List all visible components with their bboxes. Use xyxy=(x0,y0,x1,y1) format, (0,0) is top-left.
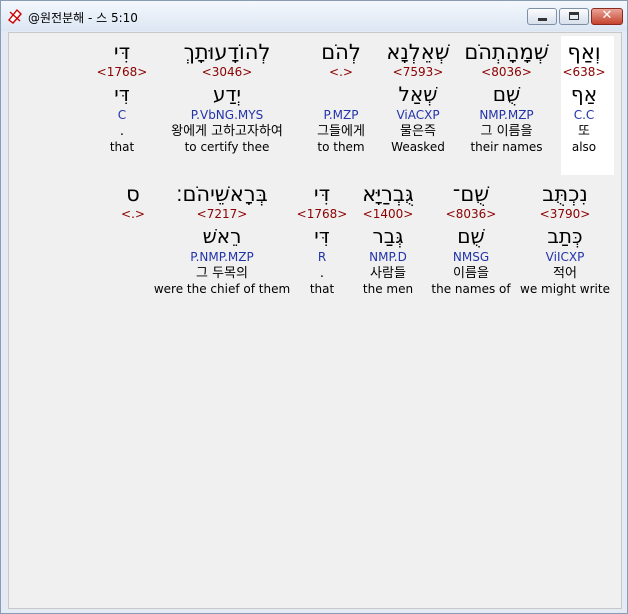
morphology-code: ViICXP xyxy=(545,250,585,264)
word-column[interactable]: שְׁמָהָתְהֹם <8036> שֻׁם NMP.MZP 그 이름을 t… xyxy=(464,39,549,155)
korean-gloss: 그 두목의 xyxy=(196,266,248,281)
lemma: שֻׁם xyxy=(457,224,485,248)
app-window: @원전분해 - 스 5:10 ✕ וְאַף <638> אַף C.C 또 a… xyxy=(0,0,628,614)
lemma: שְׁאַל xyxy=(398,82,438,106)
interlinear-panel: וְאַף <638> אַף C.C 또 also שְׁמָהָתְהֹם … xyxy=(8,32,622,609)
hebrew-word: נִכְתֻּב xyxy=(542,182,588,206)
morphology-code xyxy=(115,250,151,265)
morphology-code: ViACXP xyxy=(396,108,440,122)
minimize-button[interactable] xyxy=(527,8,557,25)
korean-gloss xyxy=(115,265,151,282)
english-gloss: we might write xyxy=(520,282,610,296)
strong-number: <7593> xyxy=(392,65,444,79)
title-bar[interactable]: @원전분해 - 스 5:10 ✕ xyxy=(1,1,627,31)
english-gloss: that xyxy=(109,140,135,154)
close-icon: ✕ xyxy=(601,8,613,23)
morphology-code: P.VbNG.MYS xyxy=(190,108,264,122)
korean-gloss: . xyxy=(119,124,125,139)
word-column[interactable]: בְּרָאשֵׁיהֹם׃ <7217> רֵאשׁ P.NMP.MZP 그 … xyxy=(153,181,291,297)
window-title: @원전분해 - 스 5:10 xyxy=(28,11,138,25)
english-gloss: Weasked xyxy=(391,140,445,154)
morphology-code: R xyxy=(317,250,327,264)
english-gloss: were the chief of them xyxy=(153,282,291,296)
morphology-code: C.C xyxy=(573,108,595,122)
hebrew-word: דִּי xyxy=(313,182,331,206)
hebrew-word: גֻּבְרַיָּא xyxy=(362,182,414,206)
strong-number: <7217> xyxy=(196,207,248,221)
hebrew-word: לְהֹם xyxy=(321,40,361,64)
morphology-code: NMP.D xyxy=(369,250,407,264)
word-column[interactable]: שֻׁם־ <8036> שֻׁם NMSG 이름을 the names of xyxy=(429,181,513,297)
word-column[interactable]: נִכְתֻּב <3790> כְּתַב ViICXP 적어 we migh… xyxy=(519,181,611,297)
morphology-code: C xyxy=(117,108,127,122)
word-column[interactable]: וְאַף <638> אַף C.C 또 also xyxy=(550,39,618,155)
korean-gloss: 그 이름을 xyxy=(480,124,533,139)
strong-number: <1768> xyxy=(96,65,148,79)
strong-number: <8036> xyxy=(481,65,532,79)
lemma: שֻׁם xyxy=(492,82,521,106)
lemma: אַף xyxy=(570,82,598,106)
english-gloss: also xyxy=(571,140,597,154)
word-column[interactable]: גֻּבְרַיָּא <1400> גְּבַר NMP.D 사람들 the … xyxy=(353,181,423,297)
korean-gloss: 왕에게 고하고자하여 xyxy=(171,124,283,139)
hebrew-word: וְאַף xyxy=(567,40,601,64)
korean-gloss: 적어 xyxy=(553,266,577,281)
hebrew-word: שְׁמָהָתְהֹם xyxy=(464,40,549,64)
korean-gloss: 물은즉 xyxy=(400,124,436,139)
word-column[interactable]: שְׁאֵלְנָא <7593> שְׁאַל ViACXP 물은즉 Weas… xyxy=(381,39,455,155)
strong-number: <.> xyxy=(329,65,353,79)
hebrew-word: שְׁאֵלְנָא xyxy=(386,40,450,64)
morphology-code: NMP.MZP xyxy=(479,108,534,122)
close-button[interactable]: ✕ xyxy=(591,8,623,25)
korean-gloss: 사람들 xyxy=(370,266,406,281)
word-column[interactable]: ס <.> xyxy=(115,181,151,297)
morphology-code: P.MZP xyxy=(323,108,359,122)
hebrew-word: שֻׁם־ xyxy=(452,182,490,206)
word-column[interactable]: לְהֹם <.> P.MZP 그들에게 to them xyxy=(307,39,375,155)
lemma xyxy=(307,82,375,106)
lemma: רֵאשׁ xyxy=(202,224,242,248)
lemma: דִּי xyxy=(314,224,330,248)
hebrew-word: ס xyxy=(126,182,140,206)
hebrew-word: בְּרָאשֵׁיהֹם׃ xyxy=(176,182,268,206)
hebrew-word: דִּי xyxy=(113,40,131,64)
english-gloss: the men xyxy=(362,282,414,296)
hebrew-word: לְהוֹדָעוּתָךְ xyxy=(183,40,271,64)
word-column[interactable]: דִּי <1768> דִּי R . that xyxy=(295,181,349,297)
lemma: כְּתַב xyxy=(547,224,583,248)
lemma: גְּבַר xyxy=(372,224,404,248)
english-gloss xyxy=(115,282,151,297)
strong-number: <.> xyxy=(121,207,145,221)
korean-gloss: 이름을 xyxy=(453,266,489,281)
strong-number: <3790> xyxy=(539,207,591,221)
strong-number: <1768> xyxy=(296,207,348,221)
strong-number: <638> xyxy=(562,65,606,79)
lemma xyxy=(115,224,151,248)
english-gloss: their names xyxy=(470,140,543,154)
korean-gloss: 그들에게 xyxy=(317,124,365,139)
word-column[interactable]: לְהוֹדָעוּתָךְ <3046> יְדַע P.VbNG.MYS 왕… xyxy=(155,39,299,155)
english-gloss: to them xyxy=(317,140,365,154)
lemma: יְדַע xyxy=(213,82,241,106)
strong-number: <3046> xyxy=(201,65,253,79)
strong-number: <8036> xyxy=(445,207,497,221)
english-gloss: the names of xyxy=(431,282,511,296)
word-column[interactable]: דִּי <1768> דִּי C . that xyxy=(95,39,149,155)
lemma: דִּי xyxy=(114,82,130,106)
strong-number: <1400> xyxy=(362,207,414,221)
maximize-button[interactable] xyxy=(559,8,589,25)
english-gloss: to certify thee xyxy=(184,140,270,154)
korean-gloss: 또 xyxy=(578,124,590,139)
app-icon xyxy=(8,8,22,24)
morphology-code: NMSG xyxy=(452,250,490,264)
english-gloss: that xyxy=(309,282,335,296)
morphology-code: P.NMP.MZP xyxy=(190,250,254,264)
korean-gloss: . xyxy=(319,266,325,281)
